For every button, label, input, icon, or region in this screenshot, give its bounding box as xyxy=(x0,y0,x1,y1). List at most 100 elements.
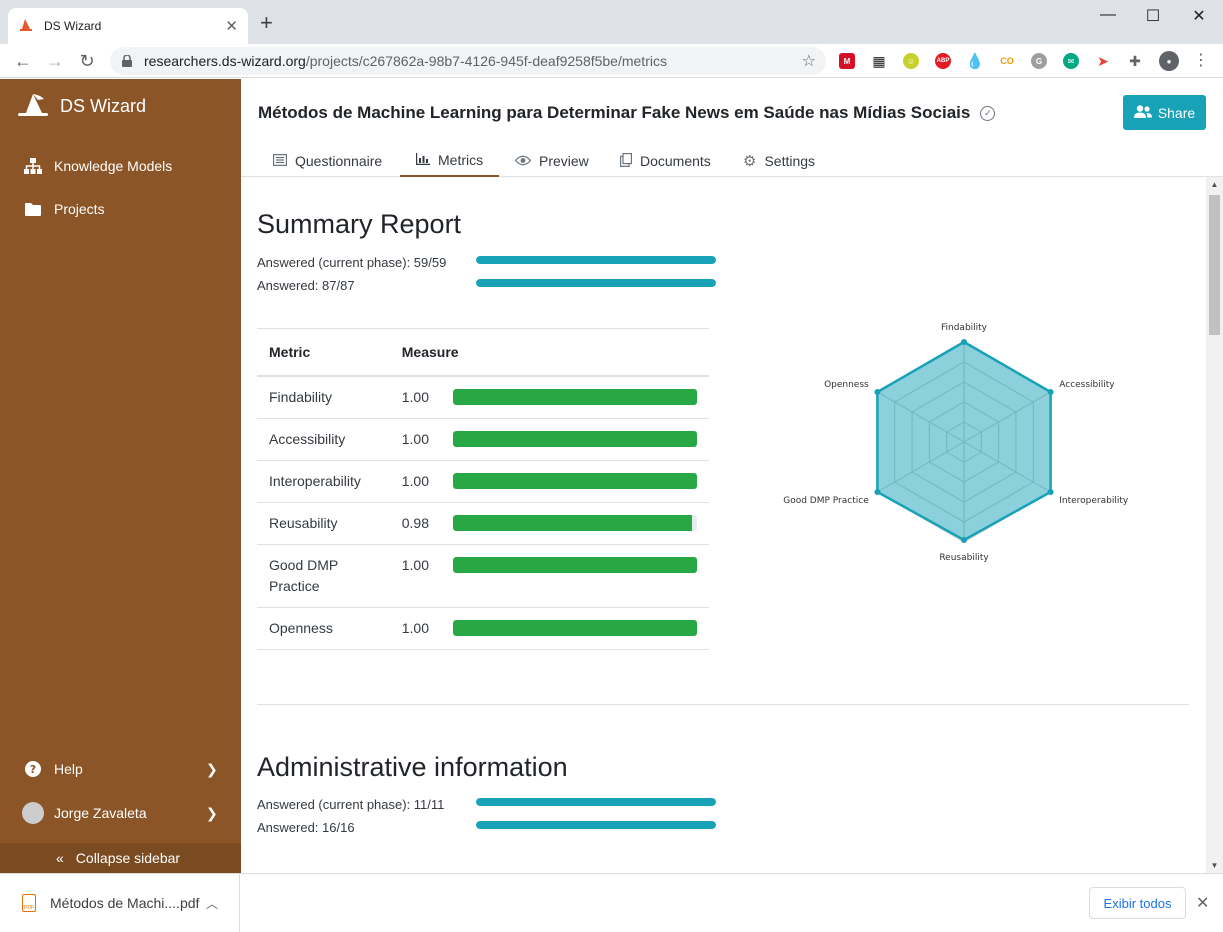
adblock-icon[interactable]: ABP xyxy=(935,53,951,69)
sidebar-item-label: Knowledge Models xyxy=(54,158,173,174)
table-row: Interoperability 1.00 xyxy=(257,460,709,503)
radar-axis-label: Reusability xyxy=(939,553,989,563)
browser-tab-strip: DS Wizard ✕ + — ☐ ✕ xyxy=(0,0,1223,44)
tab-documents[interactable]: Documents xyxy=(604,145,727,177)
metrics-table: Metric Measure Findability 1.00 Accessibil… xyxy=(257,328,709,650)
download-item[interactable]: PDF Métodos de Machi....pdf ︿ xyxy=(0,874,240,932)
question-circle-icon: ? xyxy=(24,761,42,777)
browser-tab[interactable]: DS Wizard ✕ xyxy=(8,8,248,44)
account-icon[interactable]: ● xyxy=(1159,51,1179,71)
admin-answered-phase-text: Answered (current phase): 11/11 xyxy=(257,797,445,812)
metric-progress-bar xyxy=(453,556,697,573)
metric-value: 0.98 xyxy=(389,502,441,545)
metrics-content: Summary Report Answered (current phase):… xyxy=(241,177,1206,873)
chart-bar-icon xyxy=(416,152,430,168)
project-title: Métodos de Machine Learning para Determi… xyxy=(258,103,971,122)
answered-phase-progress xyxy=(476,256,716,264)
radar-data-point xyxy=(874,489,881,495)
radar-data-point xyxy=(1047,489,1054,495)
metric-name: Accessibility xyxy=(257,418,390,461)
metric-name: Reusability xyxy=(257,502,390,545)
back-icon[interactable]: ← xyxy=(12,50,34,72)
tab-preview[interactable]: Preview xyxy=(499,145,605,177)
admin-answered-phase-progress xyxy=(476,798,716,806)
chat-icon[interactable]: ✉ xyxy=(1063,53,1079,69)
puzzle-icon[interactable]: ✚ xyxy=(1127,53,1143,69)
ds-wizard-favicon-icon xyxy=(20,19,32,31)
minimize-icon[interactable]: — xyxy=(1085,6,1131,24)
url-path: /projects/c267862a-98b7-4126-945f-deaf92… xyxy=(305,53,667,69)
drop-icon[interactable]: 💧 xyxy=(966,53,984,70)
radar-data-point xyxy=(1047,389,1054,395)
metric-progress-bar xyxy=(453,472,697,489)
scroll-up-icon[interactable]: ▲ xyxy=(1206,180,1223,189)
co-icon[interactable]: CO xyxy=(999,53,1015,69)
scrollbar-thumb[interactable] xyxy=(1209,195,1220,335)
maximize-icon[interactable]: ☐ xyxy=(1130,6,1176,26)
download-file-name: Métodos de Machi....pdf xyxy=(50,895,200,911)
reload-icon[interactable]: ↻ xyxy=(76,50,98,72)
radar-axis-label: Good DMP Practice xyxy=(783,496,869,506)
arrow-icon[interactable]: ➤ xyxy=(1095,53,1111,69)
metric-bar-cell xyxy=(441,375,709,419)
brand-name: DS Wizard xyxy=(60,95,147,116)
lock-icon xyxy=(122,55,132,67)
summary-heading: Summary Report xyxy=(257,209,462,239)
wizard-hat-icon xyxy=(18,94,48,116)
bookmark-star-icon[interactable]: ☆ xyxy=(802,51,816,71)
collapse-label: Collapse sidebar xyxy=(75,850,181,866)
close-download-bar-icon[interactable]: ✕ xyxy=(1196,893,1209,913)
sidebar-item-projects[interactable]: Projects xyxy=(24,201,105,217)
content-scrollbar[interactable]: ▲ ▼ xyxy=(1206,177,1223,873)
window-close-icon[interactable]: ✕ xyxy=(1176,6,1222,26)
svg-text:?: ? xyxy=(30,763,36,776)
metric-bar-cell xyxy=(441,460,709,503)
sitemap-icon xyxy=(24,158,42,174)
radar-axis-label: Findability xyxy=(941,323,988,333)
tab-questionnaire[interactable]: Questionnaire xyxy=(257,145,398,177)
browser-menu-icon[interactable]: ⋮ xyxy=(1190,50,1212,72)
section-divider xyxy=(257,704,1189,705)
users-icon xyxy=(1133,104,1152,121)
radar-data-point xyxy=(961,339,967,345)
chevron-right-icon: ❯ xyxy=(206,760,218,777)
grid-icon[interactable]: ▦ xyxy=(871,53,887,69)
app-sidebar: DS Wizard Knowledge Models Projects ? He… xyxy=(0,79,241,873)
tab-metrics[interactable]: Metrics xyxy=(400,145,500,177)
tab-label: Settings xyxy=(764,153,816,169)
mega-icon[interactable]: M xyxy=(839,53,855,69)
metric-value: 1.00 xyxy=(389,418,441,461)
cogs-icon: ⚙ xyxy=(743,153,757,170)
radar-axis-label: Interoperability xyxy=(1059,496,1129,506)
brand-link[interactable]: DS Wizard xyxy=(16,93,146,119)
copy-icon xyxy=(620,152,632,170)
collapse-sidebar-button[interactable]: « Collapse sidebar xyxy=(0,843,241,873)
metric-progress-bar xyxy=(453,430,697,447)
folder-icon xyxy=(24,202,42,216)
metric-progress-bar xyxy=(453,619,697,636)
browser-toolbar: ← → ↻ researchers.ds-wizard.org/projects… xyxy=(0,44,1223,78)
sidebar-item-knowledge-models[interactable]: Knowledge Models xyxy=(24,158,172,174)
admin-answered-progress xyxy=(476,821,716,829)
chevron-up-icon[interactable]: ︿ xyxy=(206,895,218,912)
radar-data-point xyxy=(961,537,967,543)
answered-text: Answered: 87/87 xyxy=(257,278,355,293)
address-bar[interactable]: researchers.ds-wizard.org/projects/c2678… xyxy=(110,47,826,75)
g-icon[interactable]: G xyxy=(1031,53,1047,69)
sidebar-item-help[interactable]: ? Help ❯ xyxy=(24,761,218,777)
metric-bar-cell xyxy=(441,544,709,608)
scroll-down-icon[interactable]: ▼ xyxy=(1206,861,1223,870)
smiley-icon[interactable]: ☺ xyxy=(903,53,919,69)
forward-icon[interactable]: → xyxy=(44,50,66,72)
show-all-downloads-button[interactable]: Exibir todos xyxy=(1089,887,1186,919)
table-row: Reusability 0.98 xyxy=(257,502,709,545)
sidebar-item-user[interactable]: Jorge Zavaleta ❯ xyxy=(22,802,218,824)
share-button[interactable]: Share xyxy=(1123,95,1206,130)
metric-value: 1.00 xyxy=(389,460,441,503)
table-row: Openness 1.00 xyxy=(257,607,709,650)
tab-close-icon[interactable]: ✕ xyxy=(225,17,238,35)
new-tab-icon[interactable]: + xyxy=(260,12,273,34)
table-row: Good DMP Practice 1.00 xyxy=(257,544,709,608)
tab-label: Questionnaire xyxy=(295,153,383,169)
tab-settings[interactable]: ⚙ Settings xyxy=(727,145,831,177)
